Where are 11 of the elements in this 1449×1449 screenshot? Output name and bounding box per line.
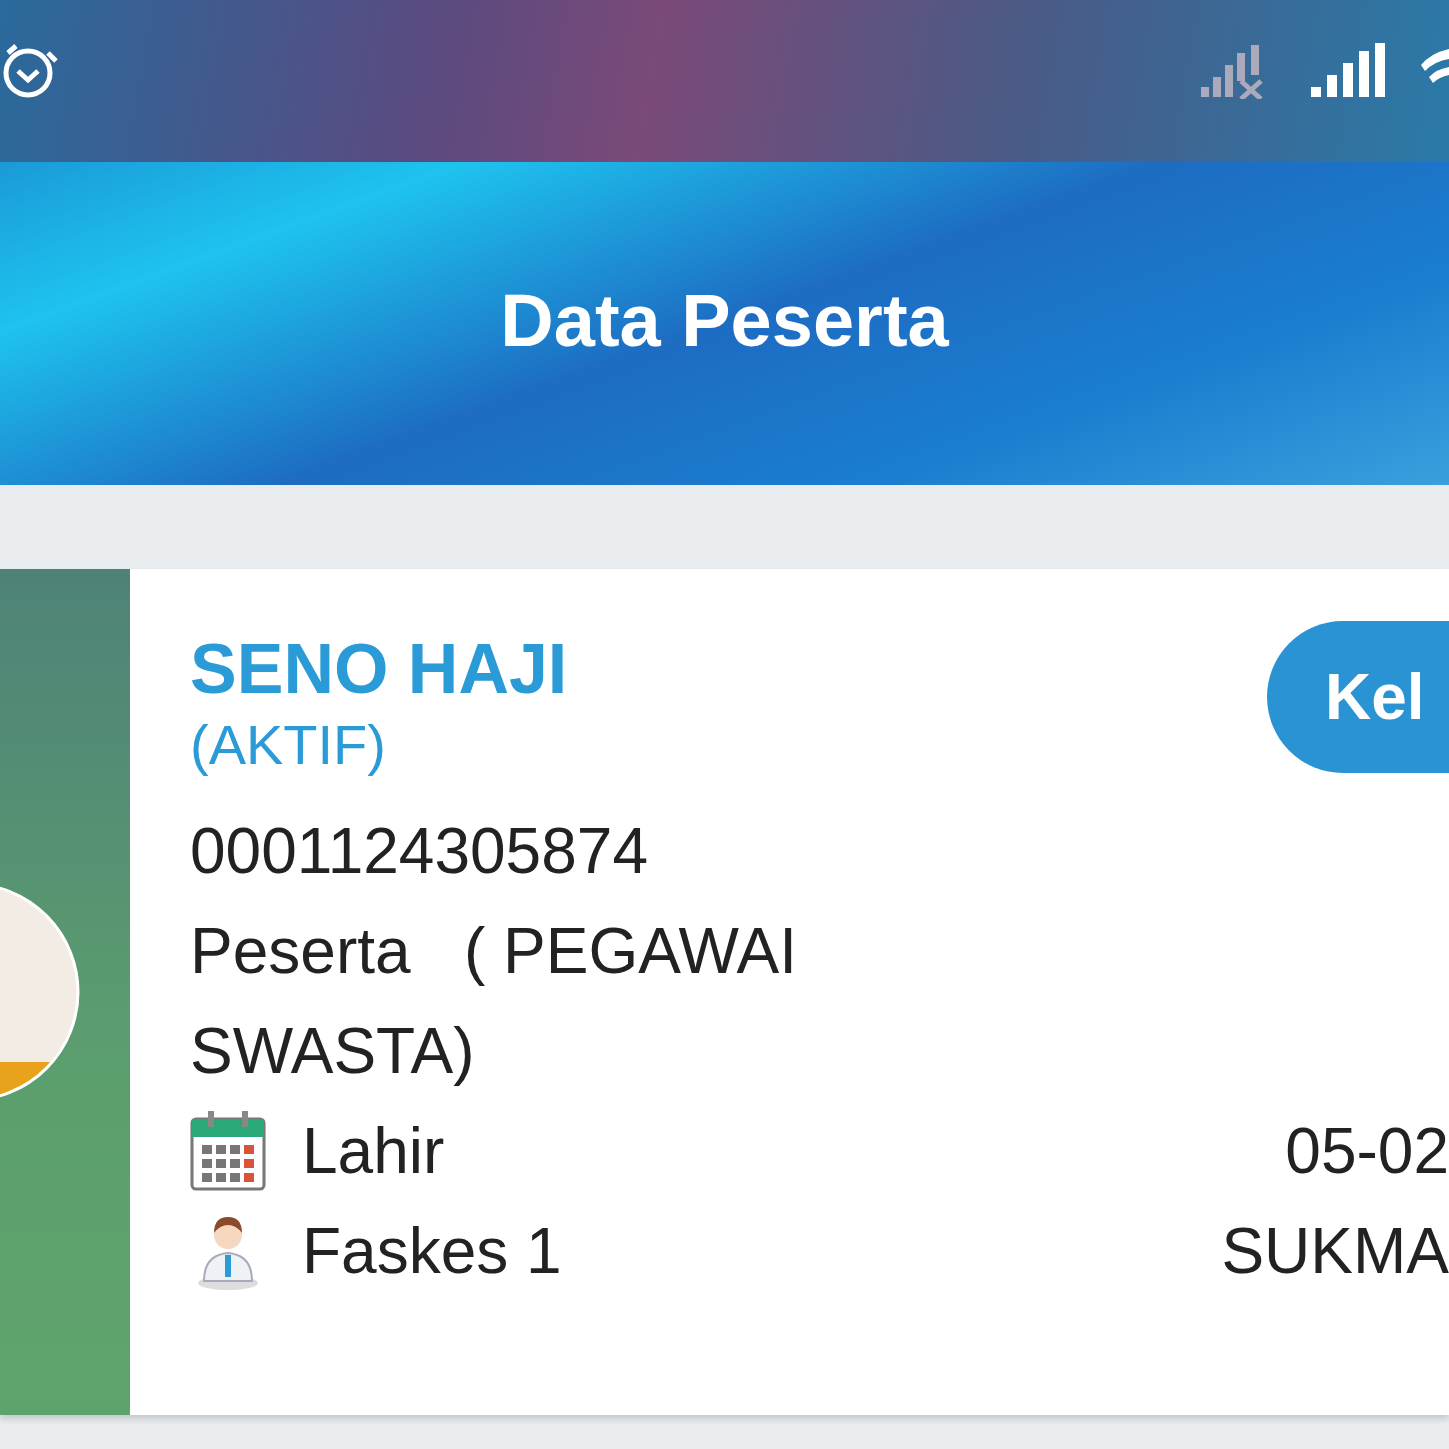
detail-label: Lahir xyxy=(302,1114,446,1188)
detail-value: 05-02 xyxy=(1285,1114,1449,1188)
card-number: 0001124305874 xyxy=(190,814,649,889)
detail-label: Faskes 1 xyxy=(302,1214,563,1288)
calendar-icon xyxy=(190,1111,266,1191)
page-title: Data Peserta xyxy=(500,278,949,364)
participant-type: Peserta ( PEGAWAI SWASTA) xyxy=(190,914,798,1089)
participant-name: SENO HAJI xyxy=(190,629,568,710)
detail-value: SUKMA xyxy=(1221,1214,1449,1288)
class-badge: Kel xyxy=(1267,621,1449,773)
participant-status: (AKTIF) xyxy=(190,712,387,778)
